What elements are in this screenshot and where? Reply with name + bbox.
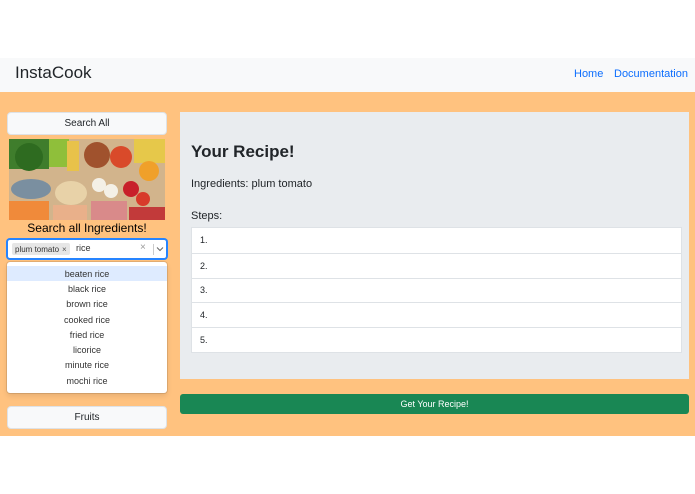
get-recipe-button[interactable]: Get Your Recipe!	[180, 394, 689, 414]
option-item[interactable]: minute rice	[7, 358, 167, 373]
nav-documentation-link[interactable]: Documentation	[614, 68, 688, 80]
option-item[interactable]: beaten rice	[7, 266, 167, 282]
option-item[interactable]: fried rice	[7, 327, 167, 342]
recipe-panel: Your Recipe! Ingredients: plum tomato St…	[180, 112, 689, 379]
option-item[interactable]: mochi rice	[7, 373, 167, 388]
clear-icon[interactable]: ×	[140, 242, 146, 253]
chip-label: plum tomato	[15, 244, 60, 254]
step-item: 5.	[192, 327, 681, 352]
recipe-ingredients: Ingredients: plum tomato	[191, 178, 313, 190]
fruits-button[interactable]: Fruits	[7, 406, 167, 429]
selected-ingredient-chip: plum tomato ×	[12, 243, 70, 255]
navbar: InstaCook Home Documentation	[0, 58, 695, 92]
steps-label: Steps:	[191, 210, 223, 222]
ingredient-search-input[interactable]: rice	[76, 243, 91, 253]
search-ingredients-title: Search all Ingredients!	[27, 221, 147, 235]
step-item: 1.	[200, 235, 208, 246]
ingredient-multiselect[interactable]: plum tomato × rice ×	[7, 239, 167, 259]
steps-list: 1. 2. 3. 4. 5.	[191, 227, 682, 353]
option-item[interactable]: black rice	[7, 281, 167, 296]
option-item[interactable]: cooked rice	[7, 312, 167, 327]
recipe-title: Your Recipe!	[191, 142, 295, 161]
ingredient-options-menu: beaten rice black rice brown rice cooked…	[7, 262, 167, 393]
indicator-separator	[153, 244, 154, 255]
brand-logo[interactable]: InstaCook	[15, 63, 92, 83]
step-item: 2.	[192, 252, 681, 278]
step-item: 4.	[192, 302, 681, 327]
search-all-button[interactable]: Search All	[7, 112, 167, 135]
nav-home-link[interactable]: Home	[574, 68, 603, 80]
option-item[interactable]: licorice	[7, 342, 167, 357]
option-item[interactable]: brown rice	[7, 297, 167, 312]
step-item: 3.	[192, 277, 681, 303]
ingredients-photo	[9, 139, 165, 220]
chip-remove-icon[interactable]: ×	[62, 245, 67, 254]
ingredients-photo-illustration	[9, 139, 165, 220]
chevron-down-glyph	[156, 247, 164, 252]
chevron-down-icon[interactable]	[156, 242, 164, 255]
